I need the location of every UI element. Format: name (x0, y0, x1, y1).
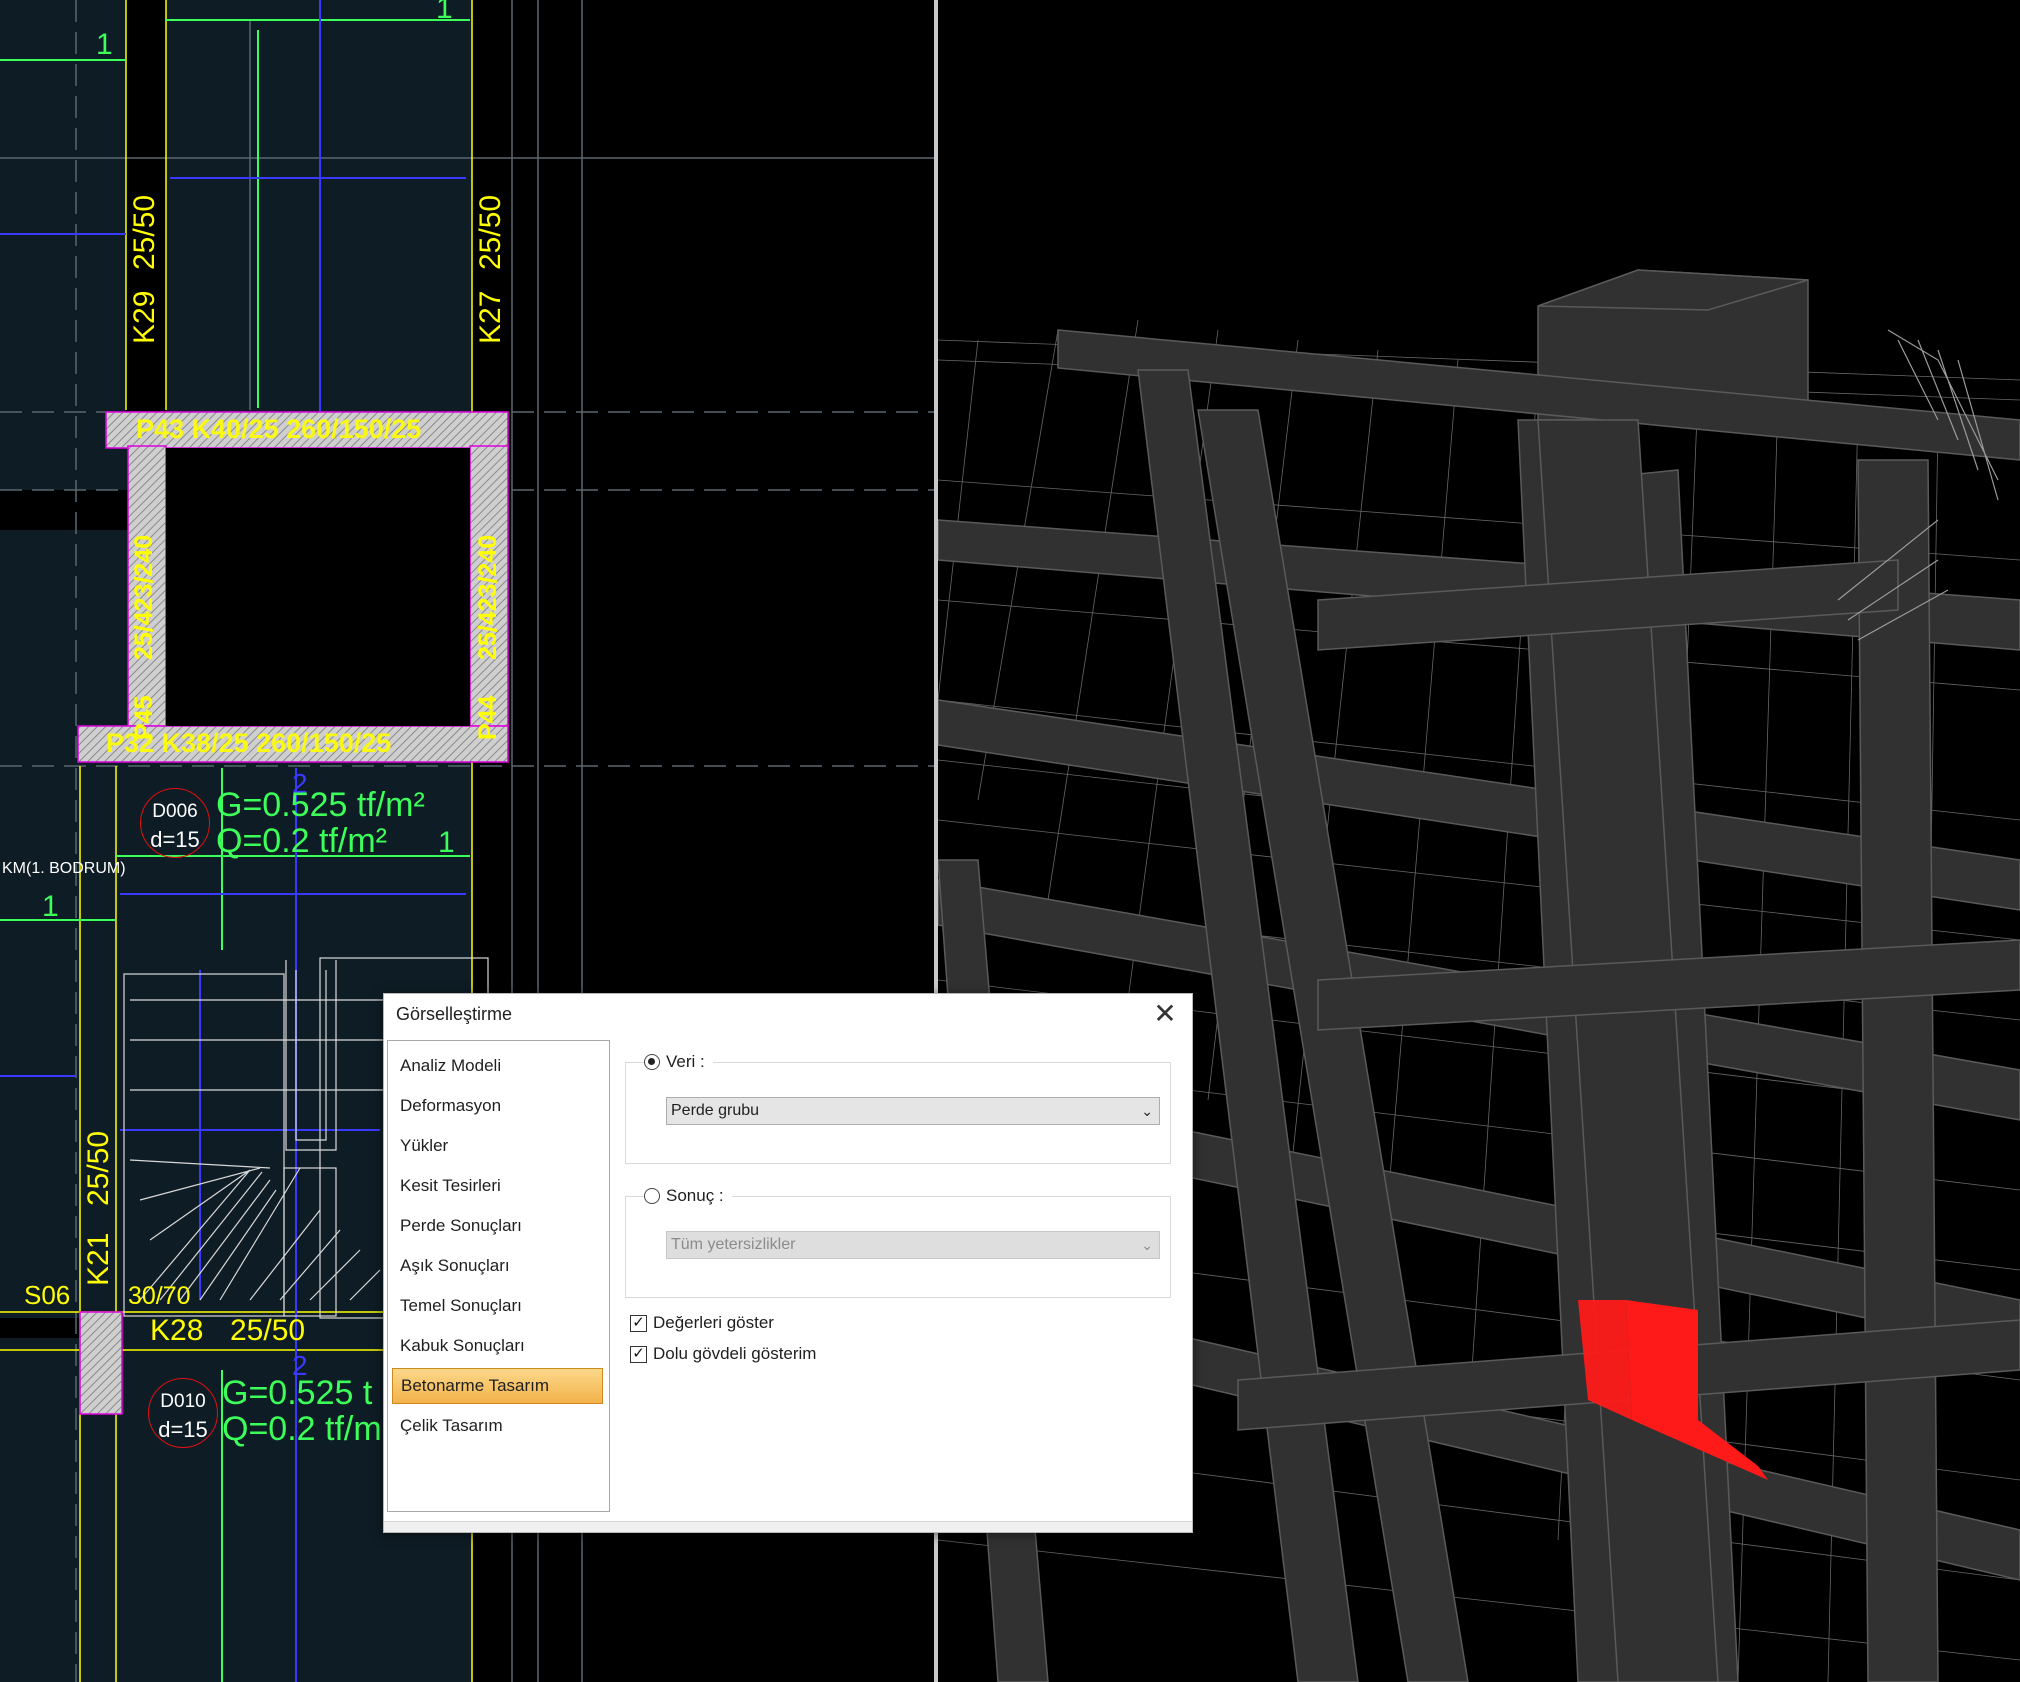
dialog-title: Görselleştirme (396, 1004, 513, 1024)
veri-radio[interactable]: Veri : (644, 1050, 713, 1074)
slab-dead-load: G=0.525 t (222, 1374, 373, 1412)
solid-body-label: Dolu gövdeli gösterim (653, 1344, 817, 1363)
column-label-k27: K27 (474, 290, 507, 344)
nav-item-asik-sonuclari[interactable]: Aşık Sonuçları (392, 1248, 603, 1284)
show-values-checkbox[interactable]: ✓ Değerleri göster (630, 1312, 774, 1334)
sonuc-dropdown: Tüm yetersizlikler ⌄ (666, 1231, 1160, 1259)
slab-id: D006 (152, 801, 198, 822)
nav-item-kesit-tesirleri[interactable]: Kesit Tesirleri (392, 1168, 603, 1204)
sonuc-radio-button[interactable] (644, 1188, 660, 1204)
story-label: KM(1. BODRUM) (2, 860, 126, 877)
wall-label: P43 K40/25 260/150/25 (136, 414, 422, 444)
veri-dropdown[interactable]: Perde grubu ⌄ (666, 1097, 1160, 1125)
column-label-k21: K21 (82, 1232, 115, 1286)
veri-group: Veri : Perde grubu ⌄ (625, 1050, 1171, 1164)
axis-mark: 1 (42, 890, 59, 923)
slab-tag[interactable]: D006 d=15 (140, 788, 210, 858)
close-icon[interactable]: ✕ (1150, 1000, 1180, 1030)
veri-radio-button[interactable] (644, 1054, 660, 1070)
veri-label: Veri : (666, 1052, 705, 1071)
nav-item-yukler[interactable]: Yükler (392, 1128, 603, 1164)
veri-dropdown-value: Perde grubu (671, 1102, 760, 1119)
chevron-down-icon: ⌄ (1141, 1237, 1153, 1253)
dialog-footer (384, 1521, 1192, 1532)
column-label-k28: K28 (150, 1314, 204, 1347)
checkbox-checked-icon[interactable]: ✓ (630, 1314, 647, 1332)
sonuc-group: Sonuç : Tüm yetersizlikler ⌄ (625, 1184, 1171, 1298)
column-label-k29: K29 (128, 290, 161, 344)
beam-size-label: 25/50 (128, 194, 161, 270)
slab-dead-load: G=0.525 tf/m² (216, 786, 425, 824)
wall-label: 25/423/240 (130, 534, 158, 660)
nav-item-analiz-modeli[interactable]: Analiz Modeli (392, 1048, 603, 1084)
wall-label: P45 (130, 695, 158, 740)
nav-item-deformasyon[interactable]: Deformasyon (392, 1088, 603, 1124)
chevron-down-icon: ⌄ (1141, 1103, 1153, 1119)
axis-mark: 1 (436, 0, 453, 25)
sonuc-label: Sonuç : (666, 1186, 724, 1205)
slab-live-load: Q=0.2 tf/m (222, 1410, 382, 1448)
axis-mark: 1 (96, 28, 113, 61)
wall-label: 25/423/240 (474, 534, 502, 660)
slab-thickness: d=15 (158, 1417, 208, 1442)
checkbox-checked-icon[interactable]: ✓ (630, 1345, 647, 1363)
axis-mark: 1 (438, 826, 455, 859)
options-panel: Veri : Perde grubu ⌄ Sonuç : Tüm yetersi… (613, 1040, 1183, 1510)
category-list: Analiz Modeli Deformasyon Yükler Kesit T… (387, 1040, 610, 1512)
beam-size-label: 30/70 (128, 1282, 191, 1310)
slab-thickness: d=15 (150, 827, 200, 852)
column-label-s06: S06 (24, 1280, 71, 1310)
visualization-dialog: Görselleştirme ✕ Analiz Modeli Deformasy… (383, 993, 1193, 1533)
nav-item-perde-sonuclari[interactable]: Perde Sonuçları (392, 1208, 603, 1244)
nav-item-temel-sonuclari[interactable]: Temel Sonuçları (392, 1288, 603, 1324)
wall-label: P44 (474, 695, 502, 740)
nav-item-betonarme-tasarim[interactable]: Betonarme Tasarım (392, 1368, 603, 1404)
show-values-label: Değerleri göster (653, 1313, 774, 1332)
solid-body-checkbox[interactable]: ✓ Dolu gövdeli gösterim (630, 1343, 816, 1365)
beam-size-label: 25/50 (230, 1314, 306, 1347)
slab-tag[interactable]: D010 d=15 (148, 1378, 218, 1448)
nav-item-kabuk-sonuclari[interactable]: Kabuk Sonuçları (392, 1328, 603, 1364)
nav-item-celik-tasarim[interactable]: Çelik Tasarım (392, 1408, 603, 1444)
sonuc-dropdown-value: Tüm yetersizlikler (671, 1236, 796, 1253)
beam-size-label: 25/50 (474, 194, 507, 270)
beam-size-label: 25/50 (82, 1130, 115, 1206)
slab-live-load: Q=0.2 tf/m² (216, 822, 387, 860)
sonuc-radio[interactable]: Sonuç : (644, 1184, 732, 1208)
slab-id: D010 (160, 1391, 206, 1412)
